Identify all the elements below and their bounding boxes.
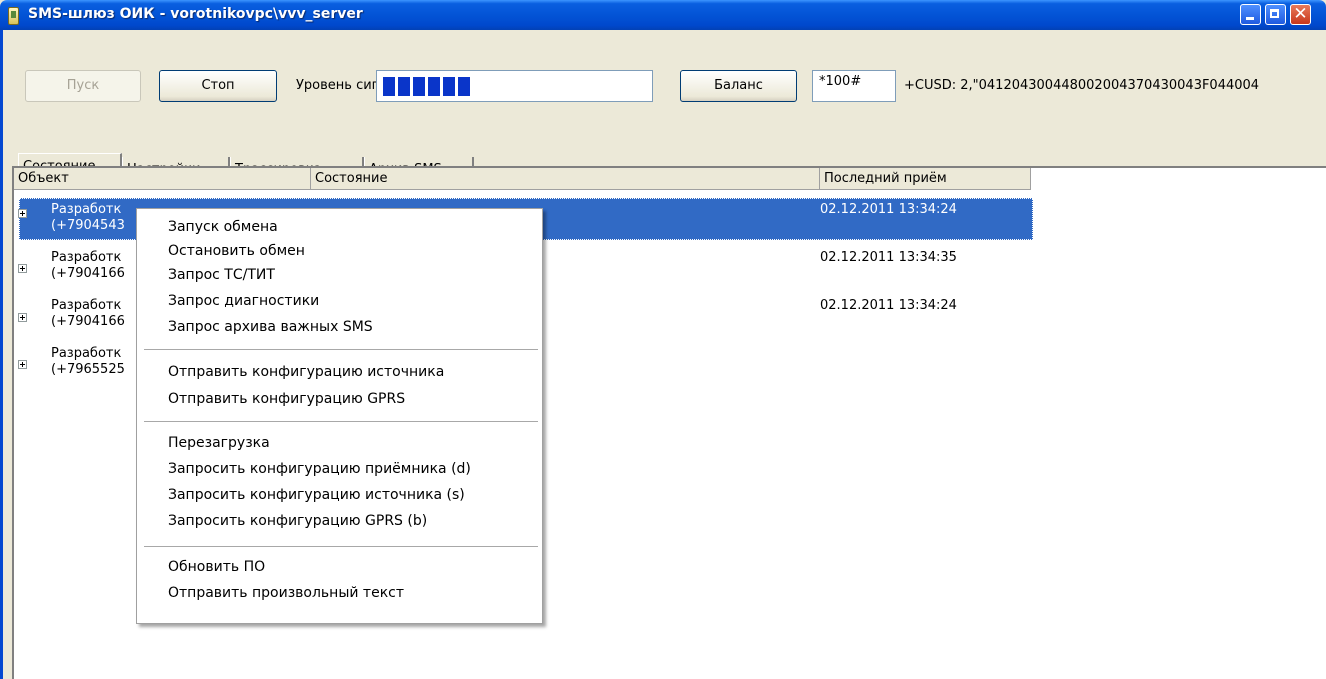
menu-separator: [144, 349, 538, 350]
menu-item-start-exchange[interactable]: Запуск обмена: [168, 219, 278, 235]
signal-segment: [398, 77, 410, 96]
menu-item-request-ts-tit[interactable]: Запрос ТС/ТИТ: [168, 267, 275, 283]
menu-item-request-receiver-config[interactable]: Запросить конфигурацию приёмника (d): [168, 461, 471, 477]
menu-item-request-gprs-config[interactable]: Запросить конфигурацию GPRS (b): [168, 513, 427, 529]
row-object-name[interactable]: Разработк: [51, 346, 121, 362]
ussd-input[interactable]: *100#: [812, 70, 896, 102]
row-object-phone[interactable]: (+7904543: [51, 218, 125, 234]
signal-segment: [413, 77, 425, 96]
expand-icon[interactable]: [18, 313, 27, 322]
row-last-received[interactable]: 02.12.2011 13:34:24: [820, 298, 957, 314]
menu-item-reboot[interactable]: Перезагрузка: [168, 435, 270, 451]
menu-item-update-firmware[interactable]: Обновить ПО: [168, 559, 265, 575]
signal-level-bar: [376, 70, 653, 102]
menu-item-request-important-sms-archive[interactable]: Запрос архива важных SMS: [168, 319, 373, 335]
balance-button[interactable]: Баланс: [680, 70, 797, 102]
app-icon: [8, 7, 19, 25]
maximize-icon: [1270, 9, 1279, 18]
column-header-last-received[interactable]: Последний приём: [820, 168, 1031, 190]
row-last-received[interactable]: 02.12.2011 13:34:35: [820, 250, 957, 266]
menu-item-request-diagnostics[interactable]: Запрос диагностики: [168, 293, 319, 309]
expand-icon[interactable]: [18, 209, 27, 218]
context-menu: Запуск обмена Остановить обмен Запрос ТС…: [136, 208, 543, 624]
window-title: SMS-шлюз ОИК - vorotnikovpc\vvv_server: [28, 6, 363, 22]
menu-separator: [144, 421, 538, 422]
row-object-phone[interactable]: (+7904166: [51, 266, 125, 282]
row-object-phone[interactable]: (+7904166: [51, 314, 125, 330]
signal-segment: [443, 77, 455, 96]
signal-segment: [428, 77, 440, 96]
maximize-button[interactable]: [1265, 4, 1286, 25]
minimize-button[interactable]: [1240, 4, 1261, 25]
close-button[interactable]: ✕: [1290, 4, 1311, 25]
stop-button[interactable]: Стоп: [159, 70, 277, 102]
row-object-phone[interactable]: (+7965525: [51, 362, 125, 378]
column-header-object[interactable]: Объект: [14, 168, 311, 190]
start-button[interactable]: Пуск: [25, 70, 141, 102]
menu-item-send-arbitrary-text[interactable]: Отправить произвольный текст: [168, 585, 404, 601]
expand-icon[interactable]: [18, 360, 27, 369]
signal-segment: [383, 77, 395, 96]
title-bar[interactable]: SMS-шлюз ОИК - vorotnikovpc\vvv_server ✕: [0, 0, 1326, 30]
expand-icon[interactable]: [18, 264, 27, 273]
menu-item-send-gprs-config[interactable]: Отправить конфигурацию GPRS: [168, 391, 405, 407]
menu-item-send-source-config[interactable]: Отправить конфигурацию источника: [168, 364, 444, 380]
row-object-name[interactable]: Разработк: [51, 202, 121, 218]
minimize-icon: [1246, 17, 1254, 20]
row-object-name[interactable]: Разработк: [51, 250, 121, 266]
row-object-name[interactable]: Разработк: [51, 298, 121, 314]
menu-item-stop-exchange[interactable]: Остановить обмен: [168, 243, 305, 259]
signal-segment: [458, 77, 470, 96]
column-header-status[interactable]: Состояние: [311, 168, 820, 190]
ussd-response-text: +CUSD: 2,"041204300448002004370430043F04…: [904, 78, 1260, 93]
menu-item-request-source-config[interactable]: Запросить конфигурацию источника (s): [168, 487, 465, 503]
menu-separator: [144, 546, 538, 547]
close-icon: ✕: [1293, 4, 1308, 24]
row-last-received[interactable]: 02.12.2011 13:34:24: [820, 202, 957, 218]
